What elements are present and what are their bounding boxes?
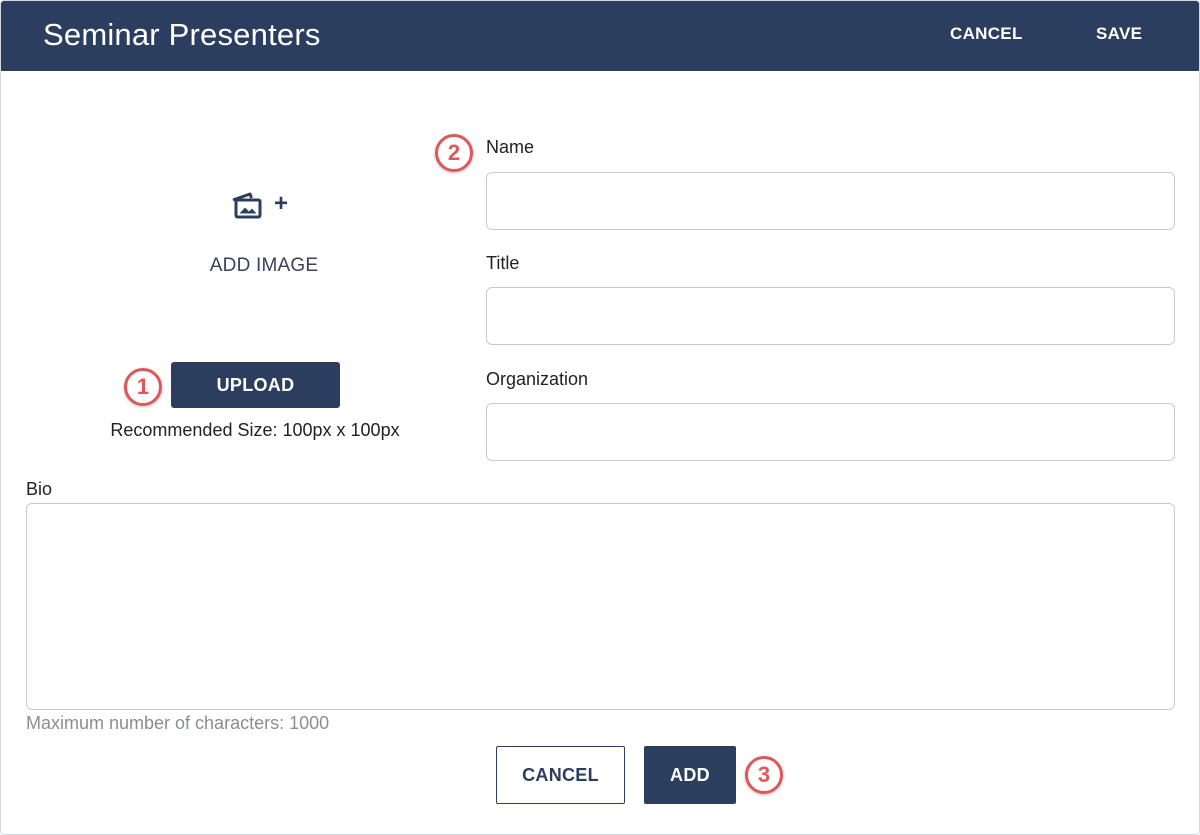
add-image-icon[interactable] (230, 191, 262, 219)
callout-badge-2: 2 (435, 134, 473, 172)
organization-input[interactable] (486, 403, 1175, 461)
recommended-size-hint: Recommended Size: 100px x 100px (110, 420, 400, 440)
header-save-button[interactable]: SAVE (1096, 24, 1142, 44)
add-image-label[interactable]: ADD IMAGE (164, 255, 364, 277)
name-label: Name (486, 137, 535, 157)
header-cancel-button[interactable]: CANCEL (950, 24, 1023, 44)
bio-textarea[interactable] (26, 503, 1175, 710)
dialog-header: Seminar Presenters CANCEL SAVE (1, 1, 1199, 71)
add-button[interactable]: ADD (644, 746, 736, 804)
page-title: Seminar Presenters (43, 17, 321, 52)
callout-badge-1: 1 (124, 368, 162, 406)
max-characters-hint: Maximum number of characters: 1000 (26, 713, 330, 733)
cancel-button[interactable]: CANCEL (496, 746, 625, 804)
upload-button[interactable]: UPLOAD (171, 362, 340, 408)
callout-badge-3: 3 (745, 756, 783, 794)
name-input[interactable] (486, 172, 1175, 230)
title-input[interactable] (486, 287, 1175, 345)
bio-label: Bio (26, 479, 53, 499)
plus-icon: + (274, 190, 289, 217)
title-label: Title (486, 253, 520, 273)
presenter-dialog: Seminar Presenters CANCEL SAVE + ADD IMA… (0, 0, 1200, 835)
organization-label: Organization (486, 369, 589, 389)
